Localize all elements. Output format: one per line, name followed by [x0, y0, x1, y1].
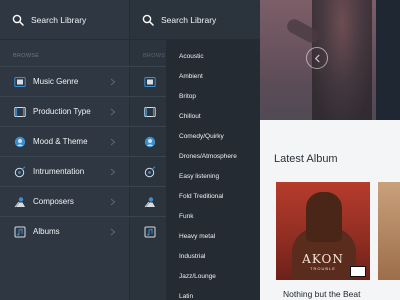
chevron-right-icon	[110, 108, 116, 116]
search-icon	[12, 14, 24, 26]
genre-menu-item[interactable]: Fold Treditional	[179, 193, 223, 200]
sidebar-item-label: Composers	[33, 197, 74, 206]
parental-advisory-label	[350, 266, 366, 277]
sidebar-item-music-genre[interactable]: Music Genre	[0, 66, 130, 96]
mood-theme-icon	[144, 136, 156, 148]
album-cover[interactable]	[378, 182, 400, 280]
sidebar-item-instrumentation[interactable]	[130, 156, 166, 186]
album-title[interactable]: Nothing but the Beat	[283, 289, 361, 299]
genre-menu-item[interactable]: Acoustic	[179, 53, 204, 60]
music-genre-icon	[14, 76, 26, 88]
hero-side-panel	[376, 0, 400, 120]
sidebar-item-music-genre[interactable]	[130, 66, 166, 96]
album-cover-title: AKON	[302, 252, 344, 266]
sidebar-item-composers[interactable]: Composers	[0, 186, 130, 216]
composers-icon	[14, 196, 26, 208]
album-cover[interactable]: AKON TROUBLE	[276, 182, 370, 280]
genre-menu-item[interactable]: Industrial	[179, 253, 205, 260]
search-label: Search Library	[161, 14, 217, 25]
genre-menu-item[interactable]: Drones/Atmosphere	[179, 153, 237, 160]
browse-heading: BROWS	[143, 53, 166, 59]
search-label: Search Library	[31, 14, 87, 25]
production-type-icon	[144, 106, 156, 118]
genre-menu: Acoustic Ambient Britop Chillout Comedy/…	[166, 40, 260, 300]
sidebar-item-mood-theme[interactable]: Mood & Theme	[0, 126, 130, 156]
chevron-left-icon	[314, 54, 320, 62]
genre-menu-item[interactable]: Latin	[179, 293, 193, 300]
genre-menu-item[interactable]: Heavy metal	[179, 233, 215, 240]
search-bar[interactable]: Search Library	[130, 0, 260, 40]
sidebar-item-production-type[interactable]	[130, 96, 166, 126]
chevron-right-icon	[110, 78, 116, 86]
sidebar-item-albums[interactable]	[130, 216, 166, 246]
search-icon	[142, 14, 154, 26]
mood-theme-icon	[14, 136, 26, 148]
sidebar-item-instrumentation[interactable]: Intrumentation	[0, 156, 130, 186]
sidebar-item-label: Music Genre	[33, 77, 79, 86]
albums-icon	[14, 226, 26, 238]
sidebar-item-albums[interactable]: Albums	[0, 216, 130, 246]
chevron-right-icon	[110, 228, 116, 236]
chevron-right-icon	[110, 138, 116, 146]
sidebar-item-label: Intrumentation	[33, 167, 85, 176]
hero-banner	[260, 0, 400, 120]
chevron-right-icon	[110, 198, 116, 206]
sidebar-item-label: Production Type	[33, 107, 91, 116]
carousel-prev-button[interactable]	[306, 47, 328, 69]
section-title: Latest Album	[274, 153, 338, 165]
genre-menu-item[interactable]: Britop	[179, 93, 196, 100]
instrumentation-icon	[14, 165, 26, 178]
browse-heading: BROWSE	[13, 53, 40, 59]
genre-menu-item[interactable]: Comedy/Quirky	[179, 133, 224, 140]
genre-menu-item[interactable]: Funk	[179, 213, 193, 220]
search-bar[interactable]: Search Library	[0, 0, 129, 40]
instrumentation-icon	[144, 165, 156, 178]
genre-menu-item[interactable]: Easy listening	[179, 173, 219, 180]
main-content: Latest Album AKON TROUBLE Nothing but th…	[260, 0, 400, 300]
sidebar-item-mood-theme[interactable]	[130, 126, 166, 156]
sidebar-item-production-type[interactable]: Production Type	[0, 96, 130, 126]
sidebar-item-label: Mood & Theme	[33, 137, 88, 146]
sidebar-item-composers[interactable]	[130, 186, 166, 216]
production-type-icon	[14, 106, 26, 118]
chevron-right-icon	[110, 168, 116, 176]
genre-menu-item[interactable]: Jazz/Lounge	[179, 273, 216, 280]
sidebar: Search Library BROWSE Music Genre Produc…	[0, 0, 130, 300]
genre-menu-item[interactable]: Chillout	[179, 113, 201, 120]
genre-menu-item[interactable]: Ambient	[179, 73, 203, 80]
album-cover-head	[306, 192, 342, 242]
sidebar-item-label: Albums	[33, 227, 60, 236]
composers-icon	[144, 196, 156, 208]
albums-icon	[144, 226, 156, 238]
music-genre-icon	[144, 76, 156, 88]
